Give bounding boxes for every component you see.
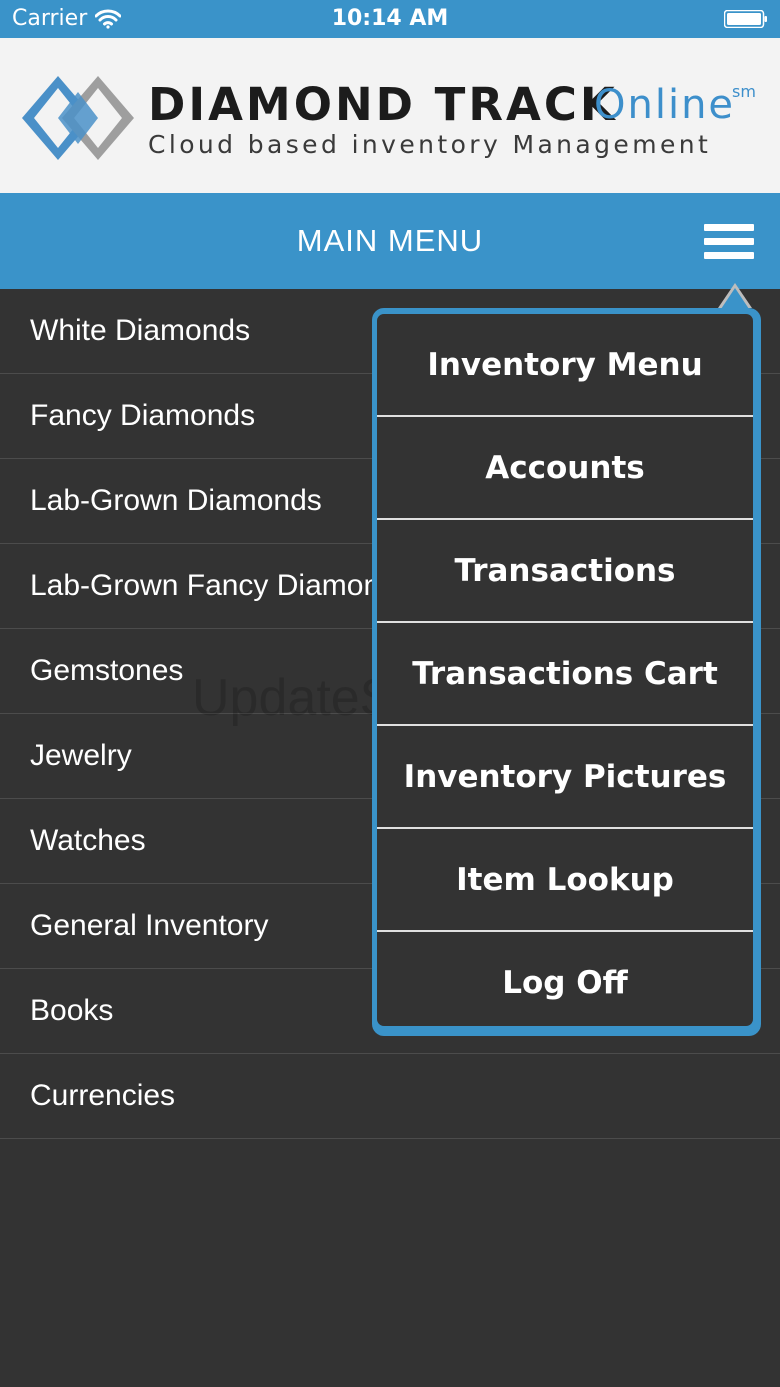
logo-banner: DIAMOND TRACK Online sm Cloud based inve… <box>0 38 780 193</box>
dropdown-item-transactions[interactable]: Transactions <box>377 520 753 623</box>
dropdown-item-transactions-cart[interactable]: Transactions Cart <box>377 623 753 726</box>
dropdown-item-log-off[interactable]: Log Off <box>377 932 753 1026</box>
status-time: 10:14 AM <box>331 6 449 31</box>
main-menu-header: MAIN MENU <box>0 193 780 289</box>
logo-online: Online <box>594 82 736 128</box>
hamburger-bar-top <box>704 224 754 231</box>
popover-arrow-fill <box>721 288 749 309</box>
hamburger-icon[interactable] <box>704 224 754 260</box>
status-bar: Carrier 10:14 AM <box>0 0 780 38</box>
dropdown-item-accounts[interactable]: Accounts <box>377 417 753 520</box>
dropdown-menu: Inventory Menu Accounts Transactions Tra… <box>372 308 761 1036</box>
logo-title: DIAMOND TRACK <box>148 78 618 131</box>
diamond-logo-icon <box>22 76 134 160</box>
dropdown-item-item-lookup[interactable]: Item Lookup <box>377 829 753 932</box>
dropdown-menu-body: Inventory Menu Accounts Transactions Tra… <box>377 314 753 1026</box>
page-title: MAIN MENU <box>296 223 484 258</box>
menu-item-currencies[interactable]: Currencies <box>0 1054 780 1139</box>
dropdown-item-inventory-menu[interactable]: Inventory Menu <box>377 314 753 417</box>
hamburger-bar-middle <box>704 238 754 245</box>
dropdown-item-inventory-pictures[interactable]: Inventory Pictures <box>377 726 753 829</box>
logo-sm-mark: sm <box>732 82 756 101</box>
battery-icon <box>724 10 767 28</box>
hamburger-bar-bottom <box>704 252 754 259</box>
logo-subtitle: Cloud based inventory Management <box>148 130 712 159</box>
